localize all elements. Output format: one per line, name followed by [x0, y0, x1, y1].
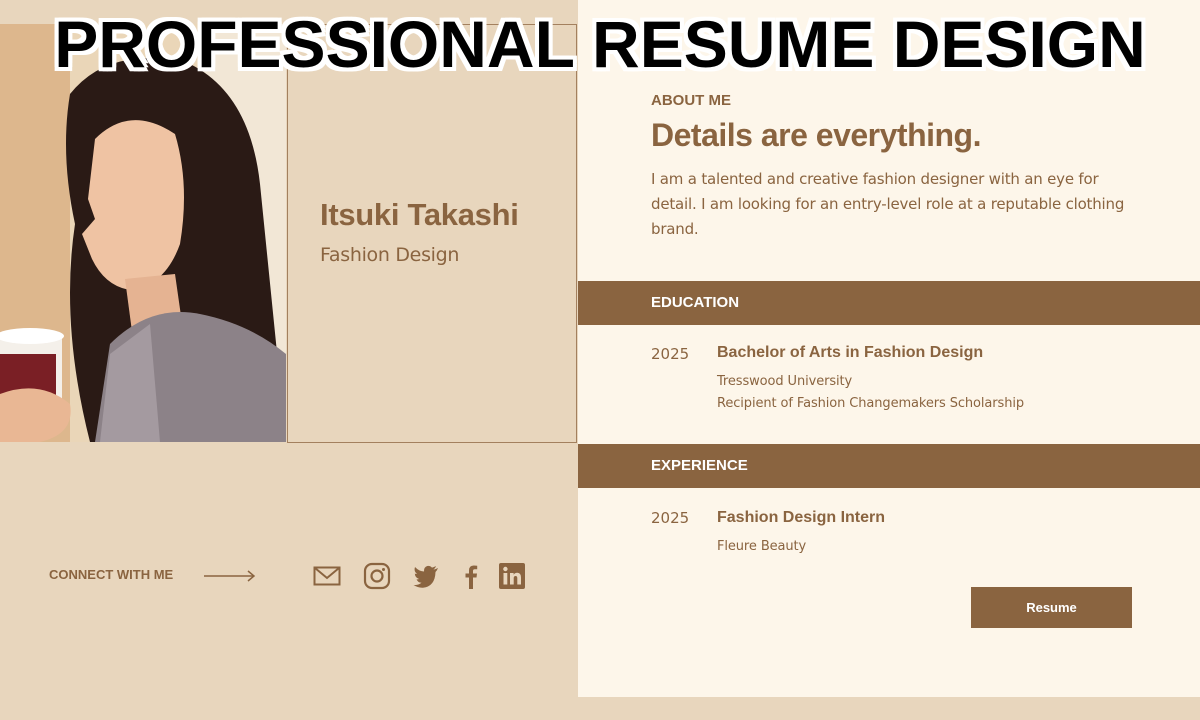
banner-title: PROFESSIONAL RESUME DESIGN — [54, 7, 1146, 81]
experience-section-header: EXPERIENCE — [578, 444, 1200, 488]
education-award: Recipient of Fashion Changemakers Schola… — [717, 396, 1025, 411]
experience-heading: EXPERIENCE — [651, 457, 748, 474]
resume-content-panel: ABOUT ME Details are everything. I am a … — [578, 0, 1200, 697]
linkedin-icon[interactable] — [498, 562, 526, 590]
education-heading: EDUCATION — [651, 294, 740, 311]
name-card: Itsuki Takashi Fashion Design — [287, 24, 577, 443]
about-text: I am a talented and creative fashion des… — [651, 170, 1125, 238]
experience-company: Fleure Beauty — [717, 539, 807, 554]
arrow-right-icon — [204, 570, 256, 582]
about-title: Details are everything. — [651, 117, 981, 153]
twitter-icon[interactable] — [412, 562, 440, 590]
profile-name: Itsuki Takashi — [320, 197, 519, 232]
experience-title: Fashion Design Intern — [717, 509, 886, 526]
education-section-header: EDUCATION — [578, 281, 1200, 325]
education-school: Tresswood University — [717, 374, 853, 389]
mail-icon[interactable] — [313, 562, 341, 590]
education-year: 2025 — [651, 345, 690, 363]
facebook-icon[interactable] — [457, 562, 485, 590]
resume-button[interactable]: Resume — [971, 587, 1132, 628]
connect-label: CONNECT WITH ME — [49, 567, 174, 582]
profile-photo — [0, 24, 286, 442]
education-degree: Bachelor of Arts in Fashion Design — [717, 344, 984, 361]
experience-year: 2025 — [651, 509, 690, 527]
about-heading: ABOUT ME — [651, 92, 731, 109]
profile-role: Fashion Design — [320, 244, 460, 266]
instagram-icon[interactable] — [363, 562, 391, 590]
